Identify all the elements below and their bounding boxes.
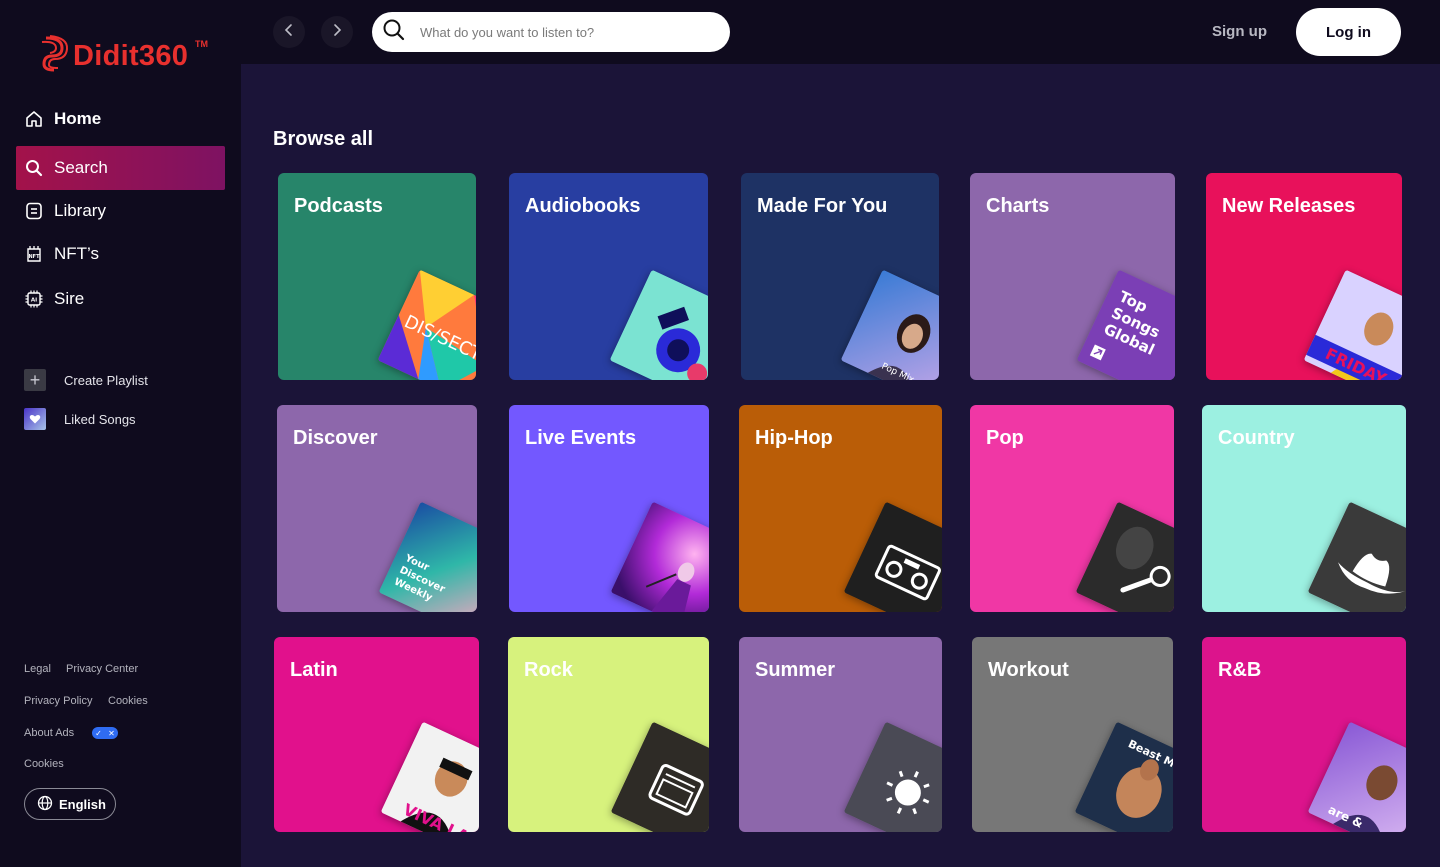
- category-card-podcasts[interactable]: Podcasts DIS/SECT: [278, 173, 476, 380]
- category-card-new-releases[interactable]: New Releases FRIDAY: [1206, 173, 1402, 380]
- category-label: Workout: [988, 659, 1069, 681]
- footer-link-privacy-center[interactable]: Privacy Center: [66, 663, 138, 675]
- nft-icon: NFT: [24, 244, 44, 264]
- category-label: Live Events: [525, 427, 637, 449]
- beast-mode-cover-art: Beast Mode: [1074, 721, 1173, 832]
- category-card-discover[interactable]: Discover Your Discover Weekly: [277, 405, 477, 612]
- category-label: Made For You: [757, 195, 888, 217]
- sidebar-item-library[interactable]: Library: [16, 189, 225, 233]
- category-label: Country: [1218, 427, 1295, 449]
- liked-songs-button[interactable]: Liked Songs: [24, 408, 136, 430]
- sidebar-item-label: Sire: [54, 289, 85, 308]
- category-label: Latin: [290, 659, 338, 681]
- topbar: Sign up Log in: [241, 0, 1440, 64]
- cowboy-hat-icon: [1307, 501, 1406, 612]
- category-label: New Releases: [1222, 195, 1356, 217]
- create-playlist-label: Create Playlist: [64, 372, 148, 388]
- svg-text:AI: AI: [31, 297, 37, 303]
- category-card-audiobooks[interactable]: Audiobooks: [509, 173, 708, 380]
- signup-link[interactable]: Sign up: [1212, 23, 1267, 40]
- sidebar: Didit360 TM Home Search Library NFT NFT’…: [0, 0, 241, 867]
- svg-text:NFT: NFT: [28, 254, 40, 260]
- footer-link-cookies[interactable]: Cookies: [108, 695, 148, 707]
- sidebar-item-label: Search: [54, 158, 108, 177]
- amplifier-icon: [610, 721, 709, 832]
- category-label: Rock: [524, 659, 573, 681]
- sidebar-item-label: Home: [54, 109, 102, 128]
- logo-mark-icon: [40, 34, 70, 79]
- forward-button[interactable]: [321, 16, 353, 48]
- category-card-latin[interactable]: Latin VIVA LATINO: [274, 637, 479, 832]
- create-playlist-button[interactable]: + Create Playlist: [24, 369, 148, 391]
- headphones-icon: [609, 269, 708, 380]
- footer-link-about-ads[interactable]: About Ads: [24, 727, 74, 739]
- footer-link-legal[interactable]: Legal: [24, 663, 51, 675]
- chevron-left-icon: [282, 23, 296, 42]
- category-label: Audiobooks: [525, 195, 641, 217]
- check-icon: ✓: [95, 728, 102, 738]
- category-card-pop[interactable]: Pop: [970, 405, 1174, 612]
- sidebar-item-search[interactable]: Search: [16, 146, 225, 190]
- globe-icon: [37, 795, 53, 814]
- language-label: English: [59, 796, 106, 812]
- page-title: Browse all: [273, 128, 374, 150]
- category-label: Pop: [986, 427, 1024, 449]
- footer-link-cookies-2[interactable]: Cookies: [24, 758, 64, 770]
- ads-privacy-toggle[interactable]: ✓ ✕: [92, 727, 118, 739]
- brand-logo[interactable]: Didit360 TM: [40, 34, 208, 79]
- home-icon: [24, 109, 44, 129]
- category-card-rnb[interactable]: R&B are &: [1202, 637, 1406, 832]
- microphone-icon: [1075, 501, 1174, 612]
- search-icon: [24, 158, 44, 178]
- category-card-charts[interactable]: Charts Top Songs Global: [970, 173, 1175, 380]
- brand-name: Didit360: [73, 40, 189, 72]
- discover-weekly-cover-art: Your Discover Weekly: [378, 501, 477, 612]
- sun-icon: [843, 721, 942, 832]
- category-label: R&B: [1218, 659, 1262, 681]
- sidebar-item-nfts[interactable]: NFT NFT’s: [16, 232, 225, 276]
- category-card-live-events[interactable]: Live Events: [509, 405, 709, 612]
- chevron-right-icon: [330, 23, 344, 42]
- category-card-workout[interactable]: Workout Beast Mode: [972, 637, 1173, 832]
- category-card-summer[interactable]: Summer: [739, 637, 942, 832]
- sidebar-item-label: Library: [54, 201, 106, 220]
- boombox-icon: [843, 501, 942, 612]
- top-songs-global-cover-art: Top Songs Global: [1076, 269, 1175, 380]
- library-icon: [24, 201, 44, 221]
- category-label: Hip-Hop: [755, 427, 833, 449]
- category-label: Summer: [755, 659, 836, 681]
- footer-link-privacy-policy[interactable]: Privacy Policy: [24, 695, 92, 707]
- category-card-country[interactable]: Country: [1202, 405, 1406, 612]
- concert-cover-art: [610, 501, 709, 612]
- pop-mix-cover-art: Pop Mix: [840, 269, 939, 380]
- sidebar-item-sire[interactable]: AI Sire: [16, 277, 225, 321]
- search-input[interactable]: [420, 24, 710, 40]
- brand-trademark: TM: [195, 39, 208, 49]
- podcasts-cover-art: DIS/SECT: [377, 269, 476, 380]
- category-label: Charts: [986, 195, 1050, 217]
- plus-icon: +: [24, 369, 46, 391]
- sidebar-item-home[interactable]: Home: [16, 97, 225, 141]
- category-label: Discover: [293, 427, 378, 449]
- new-music-friday-cover-art: FRIDAY: [1303, 269, 1402, 380]
- search-icon: [382, 18, 406, 47]
- category-label: Podcasts: [294, 195, 383, 217]
- search-bar[interactable]: [372, 12, 730, 52]
- login-button[interactable]: Log in: [1296, 8, 1401, 56]
- liked-songs-label: Liked Songs: [64, 411, 136, 427]
- close-icon: ✕: [108, 728, 115, 738]
- language-button[interactable]: English: [24, 788, 116, 820]
- sidebar-item-label: NFT’s: [54, 244, 100, 263]
- rnb-cover-art: are &: [1307, 721, 1406, 832]
- ai-chip-icon: AI: [24, 289, 44, 309]
- category-card-made-for-you[interactable]: Made For You Pop Mix: [741, 173, 939, 380]
- viva-latino-cover-art: VIVA LATINO: [380, 721, 479, 832]
- category-card-rock[interactable]: Rock: [508, 637, 709, 832]
- heart-icon: [24, 408, 46, 430]
- category-card-hip-hop[interactable]: Hip-Hop: [739, 405, 942, 612]
- back-button[interactable]: [273, 16, 305, 48]
